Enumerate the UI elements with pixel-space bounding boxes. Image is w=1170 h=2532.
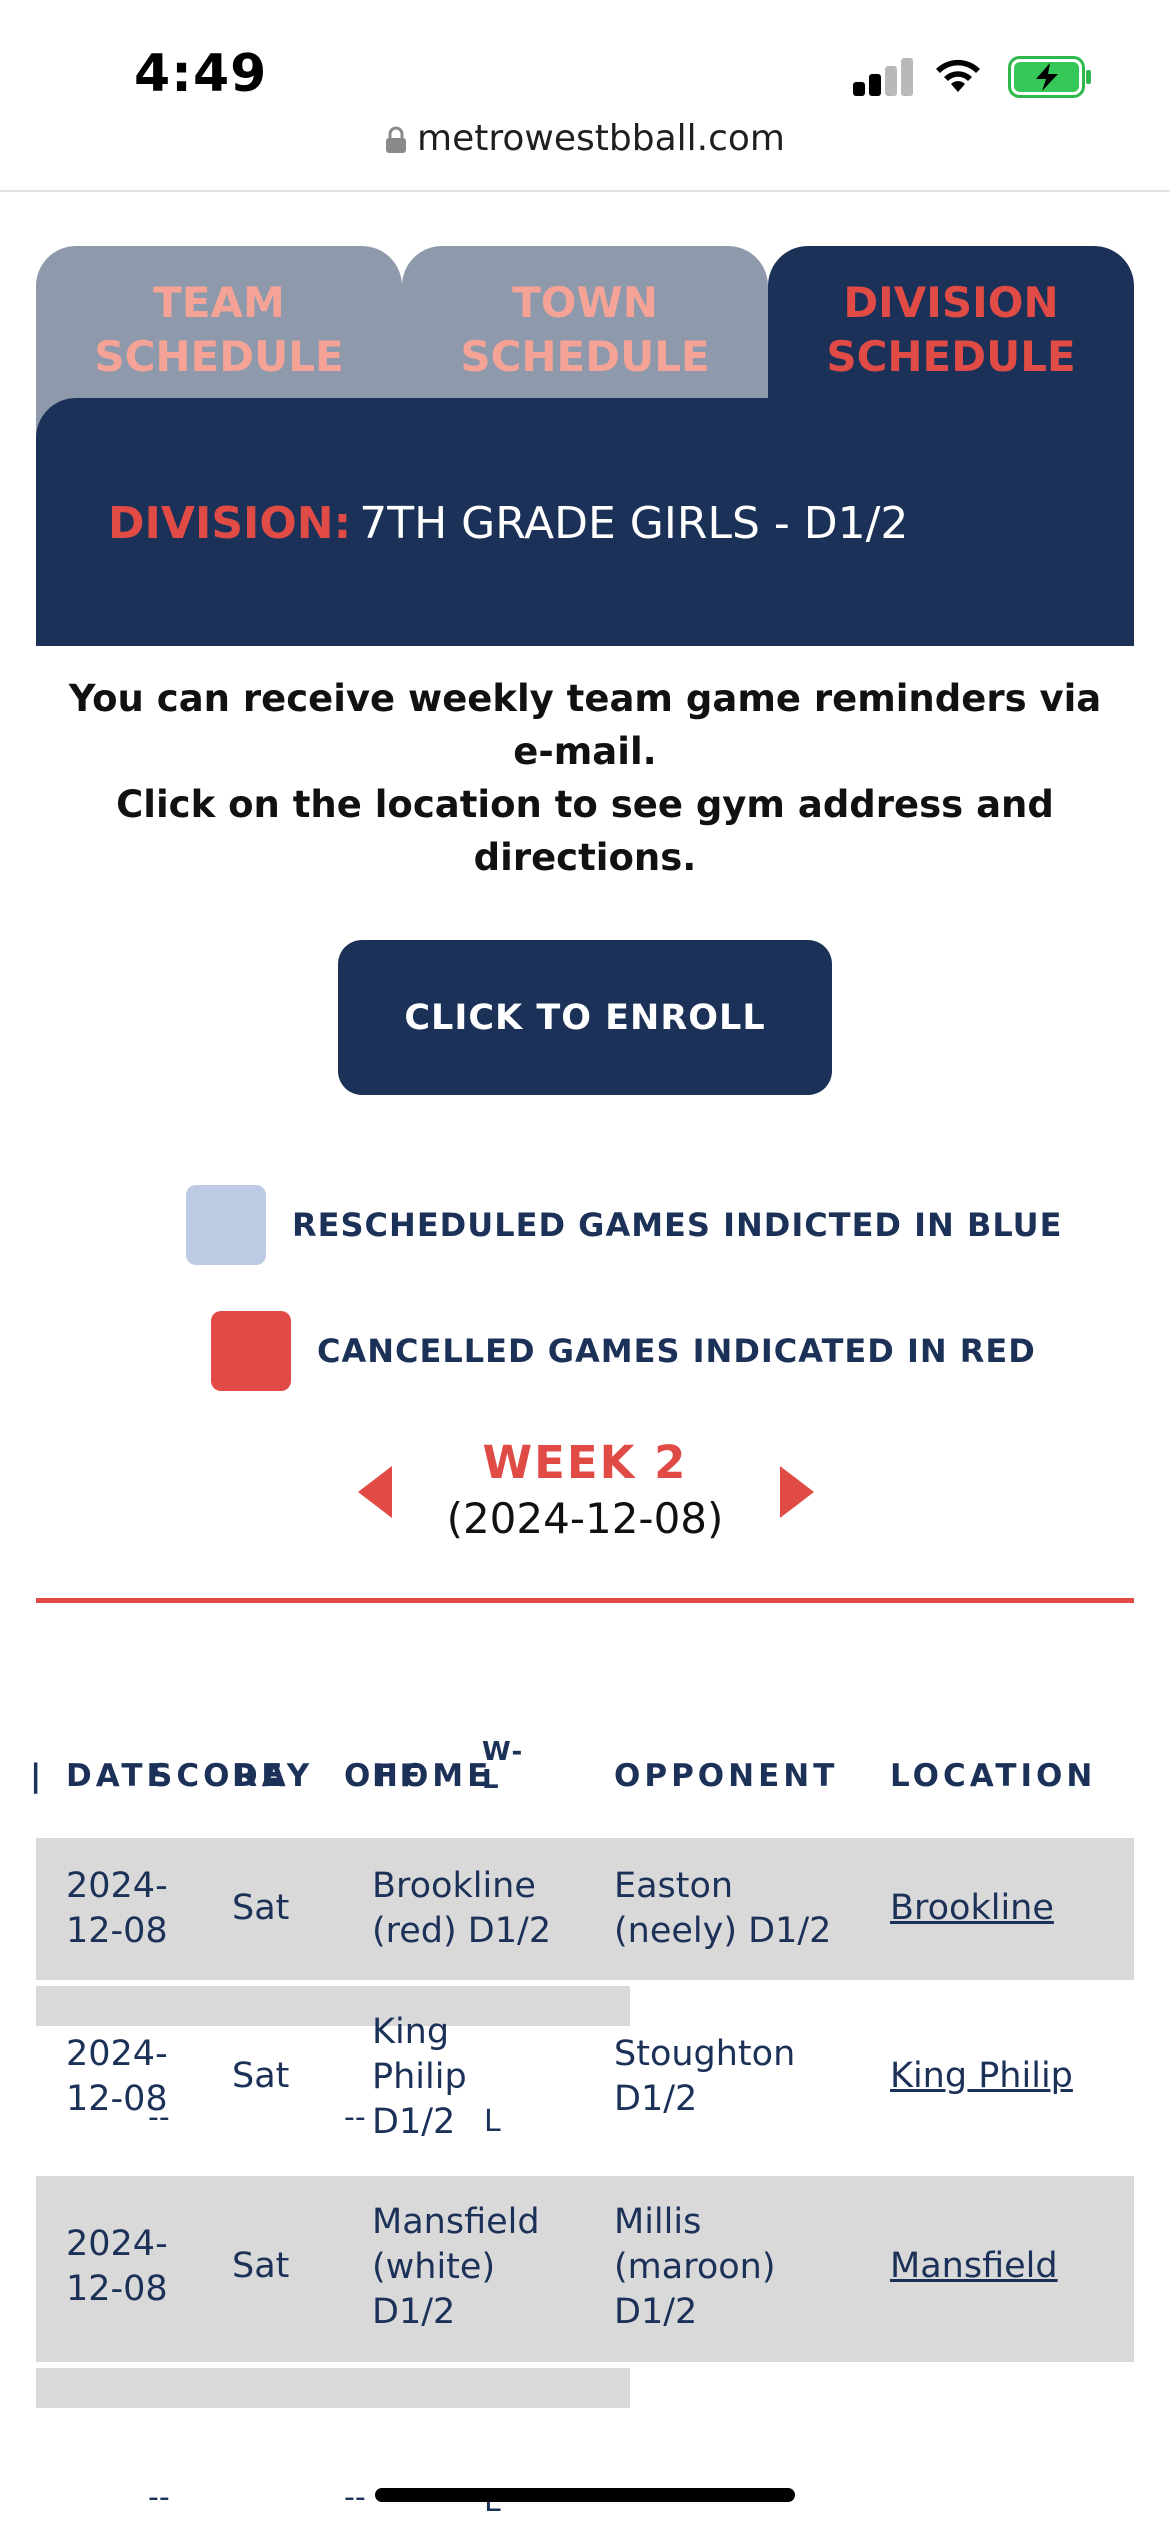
- wifi-icon: [936, 59, 980, 92]
- column-header-partial: |: [30, 1758, 46, 1794]
- cell-location: Brookline: [890, 1886, 1054, 1931]
- column-header-location: LOCATION: [890, 1758, 1097, 1794]
- location-link[interactable]: Brookline: [890, 1888, 1054, 1928]
- battery-charging-icon: [1008, 56, 1091, 98]
- tab-label: SCHEDULE: [826, 332, 1076, 381]
- cell-location: Mansfield: [890, 2244, 1058, 2289]
- ghost-row-bar: [36, 1986, 630, 2026]
- cell-date: 2024-12-08: [66, 1866, 168, 1951]
- tab-label: TOWN: [512, 278, 658, 327]
- cell-opponent: Millis (maroon) D1/2: [614, 2202, 776, 2332]
- cell-home: Mansfield (white) D1/2: [372, 2202, 540, 2332]
- address-bar[interactable]: metrowestbball.com: [0, 118, 1170, 159]
- ghost-off: --: [344, 2480, 366, 2515]
- clock: 4:49: [134, 44, 268, 104]
- legend-cancelled: CANCELLED GAMES INDICATED IN RED: [211, 1311, 1036, 1391]
- ghost-score: --: [148, 2100, 170, 2135]
- column-header-opponent: OPPONENT: [614, 1758, 839, 1794]
- cell-date: 2024-12-08: [66, 2224, 168, 2309]
- red-swatch: [211, 1311, 291, 1391]
- division-heading: DIVISION: 7TH GRADE GIRLS - D1/2: [108, 498, 908, 549]
- cell-date: 2024-12-08: [66, 2034, 168, 2119]
- column-header-wl: W-L: [482, 1737, 525, 1795]
- location-link[interactable]: Mansfield: [890, 2246, 1058, 2286]
- legend-label: CANCELLED GAMES INDICATED IN RED: [317, 1332, 1036, 1370]
- tab-label: SCHEDULE: [94, 332, 344, 381]
- division-value: 7TH GRADE GIRLS - D1/2: [359, 498, 909, 549]
- legend-rescheduled: RESCHEDULED GAMES INDICTED IN BLUE: [186, 1185, 1062, 1265]
- divider: [36, 1598, 1134, 1603]
- tab-label: SCHEDULE: [460, 332, 710, 381]
- divider: [0, 190, 1170, 192]
- week-date: (2024-12-08): [446, 1494, 724, 1543]
- info-line-reminders: You can receive weekly team game reminde…: [68, 677, 1102, 773]
- home-indicator[interactable]: [375, 2488, 795, 2502]
- division-label: DIVISION:: [108, 498, 352, 549]
- column-header-day: DAY: [232, 1758, 314, 1794]
- cell-home: King Philip D1/2: [372, 2012, 467, 2142]
- info-text: You can receive weekly team game reminde…: [50, 672, 1120, 884]
- column-header-home: HOME: [372, 1758, 493, 1794]
- lock-icon: [386, 126, 407, 153]
- next-week-arrow-icon[interactable]: [780, 1466, 814, 1518]
- cell-day: Sat: [232, 1888, 290, 1928]
- status-bar: 4:49 metrowestbball.com: [0, 0, 1170, 159]
- ghost-row-bar: [36, 2368, 630, 2408]
- enroll-button[interactable]: CLICK TO ENROLL: [338, 940, 832, 1095]
- ghost-result: L: [484, 2104, 501, 2139]
- info-line-directions: Click on the location to see gym address…: [116, 783, 1054, 879]
- tab-label: TEAM: [153, 278, 285, 327]
- week-navigator: WEEK 2 (2024-12-08): [0, 1436, 1170, 1546]
- tab-label: DIVISION: [843, 278, 1059, 327]
- ghost-score: --: [148, 2480, 170, 2515]
- url-text: metrowestbball.com: [417, 118, 785, 159]
- location-link[interactable]: King Philip: [890, 2056, 1073, 2096]
- cell-location: King Philip: [890, 2054, 1073, 2099]
- ghost-off: --: [344, 2100, 366, 2135]
- cellular-signal-icon: [853, 58, 913, 96]
- cell-day: Sat: [232, 2056, 290, 2096]
- week-title: WEEK 2: [482, 1436, 688, 1489]
- cell-home: Brookline (red) D1/2: [372, 1866, 552, 1951]
- cell-opponent: Stoughton D1/2: [614, 2034, 796, 2119]
- cell-day: Sat: [232, 2246, 290, 2286]
- cell-opponent: Easton (neely) D1/2: [614, 1866, 832, 1951]
- legend-label: RESCHEDULED GAMES INDICTED IN BLUE: [292, 1206, 1063, 1244]
- blue-swatch: [186, 1185, 266, 1265]
